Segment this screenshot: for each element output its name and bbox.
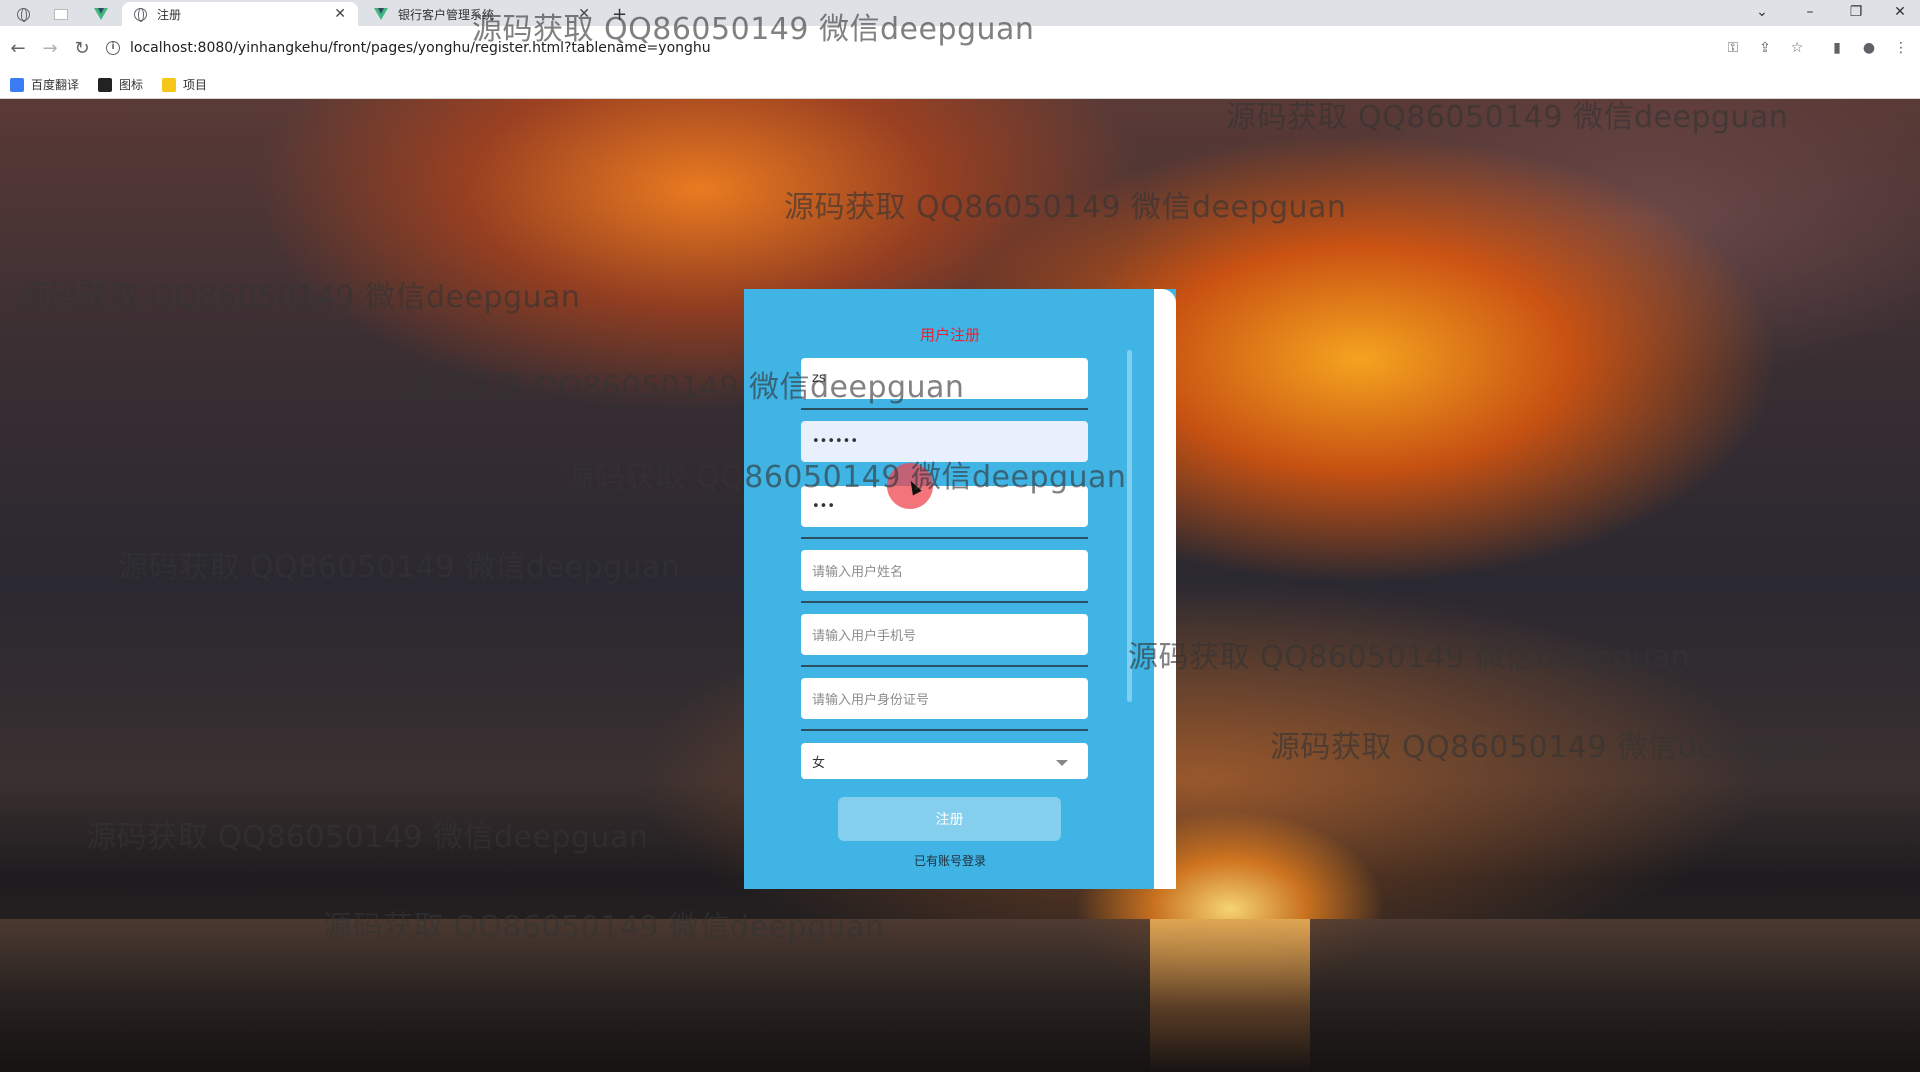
bookmark-baidu-translate[interactable]: 百度翻译 [10, 76, 79, 93]
image-icon [98, 77, 112, 92]
vue-icon [374, 8, 388, 20]
back-arrow-icon[interactable]: ← [4, 34, 32, 62]
login-link[interactable]: 已有账号登录 [744, 852, 1156, 869]
reload-icon[interactable]: ↻ [68, 34, 96, 62]
pinned-tab-1[interactable] [10, 3, 36, 25]
sea [0, 919, 1920, 1072]
sun-glint [1150, 919, 1310, 1072]
field-divider [801, 408, 1088, 410]
tab-register[interactable]: 注册 ✕ [122, 2, 358, 26]
restore-button[interactable]: ❐ [1836, 1, 1876, 23]
watermark: 源码获取 QQ86050149 微信deepguan [1270, 730, 1833, 765]
watermark: 源码获取 QQ86050149 微信deepguan [322, 910, 885, 945]
bookmark-icons[interactable]: 图标 [98, 76, 143, 93]
watermark: 源码获取 QQ86050149 微信deepguan [118, 550, 681, 585]
chevron-down-icon [1056, 760, 1068, 766]
side-panel-icon[interactable]: ▮ [1826, 37, 1848, 59]
globe-icon [16, 7, 30, 22]
tab-title: 注册 [157, 7, 182, 22]
watermark: 源码获取 QQ86050149 微信deepguan [18, 280, 581, 315]
pinned-tab-2[interactable] [48, 3, 74, 25]
tab-search-dropdown-icon[interactable]: ⌄ [1742, 1, 1782, 23]
gender-select[interactable]: 女 [801, 743, 1088, 779]
star-icon[interactable]: ☆ [1786, 37, 1808, 59]
field-divider [801, 665, 1088, 667]
key-icon[interactable]: ⚿ [1722, 37, 1744, 59]
card-edge [1154, 289, 1176, 889]
phone-input[interactable]: 请输入用户手机号 [801, 614, 1088, 655]
bookmark-label: 项目 [183, 78, 208, 92]
close-window-button[interactable]: ✕ [1880, 1, 1920, 23]
profile-icon[interactable]: ● [1858, 37, 1880, 59]
vue-icon [94, 8, 108, 20]
register-title: 用户注册 [919, 326, 980, 344]
pinned-tab-3[interactable] [88, 3, 114, 25]
watermark: 源码获取 QQ86050149 微信deepguan [564, 460, 1127, 495]
gender-selected-value: 女 [812, 755, 826, 771]
field-divider [801, 729, 1088, 731]
real-name-placeholder: 请输入用户姓名 [812, 565, 904, 580]
watermark: 源码获取 QQ86050149 微信deepguan [1226, 100, 1789, 135]
share-icon[interactable]: ⇪ [1754, 37, 1776, 59]
watermark: 源码获取 QQ86050149 微信deepguan [402, 370, 965, 405]
id-card-input[interactable]: 请输入用户身份证号 [801, 678, 1088, 719]
password-value: •••••• [812, 434, 859, 449]
field-divider [801, 601, 1088, 603]
forward-arrow-icon[interactable]: → [36, 34, 64, 62]
close-tab-icon[interactable]: ✕ [334, 6, 346, 22]
id-card-placeholder: 请输入用户身份证号 [812, 693, 930, 708]
translate-icon [10, 77, 24, 92]
field-divider [801, 537, 1088, 539]
minimize-button[interactable]: – [1790, 1, 1830, 23]
globe-icon [134, 7, 147, 22]
blank-page-icon [54, 8, 68, 20]
real-name-input[interactable]: 请输入用户姓名 [801, 550, 1088, 591]
info-icon[interactable]: i [106, 41, 120, 55]
bookmark-label: 图标 [119, 78, 144, 92]
menu-icon[interactable]: ⋮ [1890, 37, 1912, 59]
watermark: 源码获取 QQ86050149 微信deepguan [86, 820, 649, 855]
bookmark-label: 百度翻译 [31, 78, 80, 92]
bookmark-projects[interactable]: 项目 [162, 76, 207, 93]
phone-placeholder: 请输入用户手机号 [812, 629, 917, 644]
folder-icon [162, 77, 176, 92]
confirm-password-value: ••• [812, 499, 836, 514]
register-button[interactable]: 注册 [838, 797, 1061, 841]
watermark: 源码获取 QQ86050149 微信deepguan [472, 12, 1035, 47]
watermark: 源码获取 QQ86050149 微信deepguan [784, 190, 1347, 225]
watermark: 源码获取 QQ86050149 微信deepguan [1128, 640, 1691, 675]
